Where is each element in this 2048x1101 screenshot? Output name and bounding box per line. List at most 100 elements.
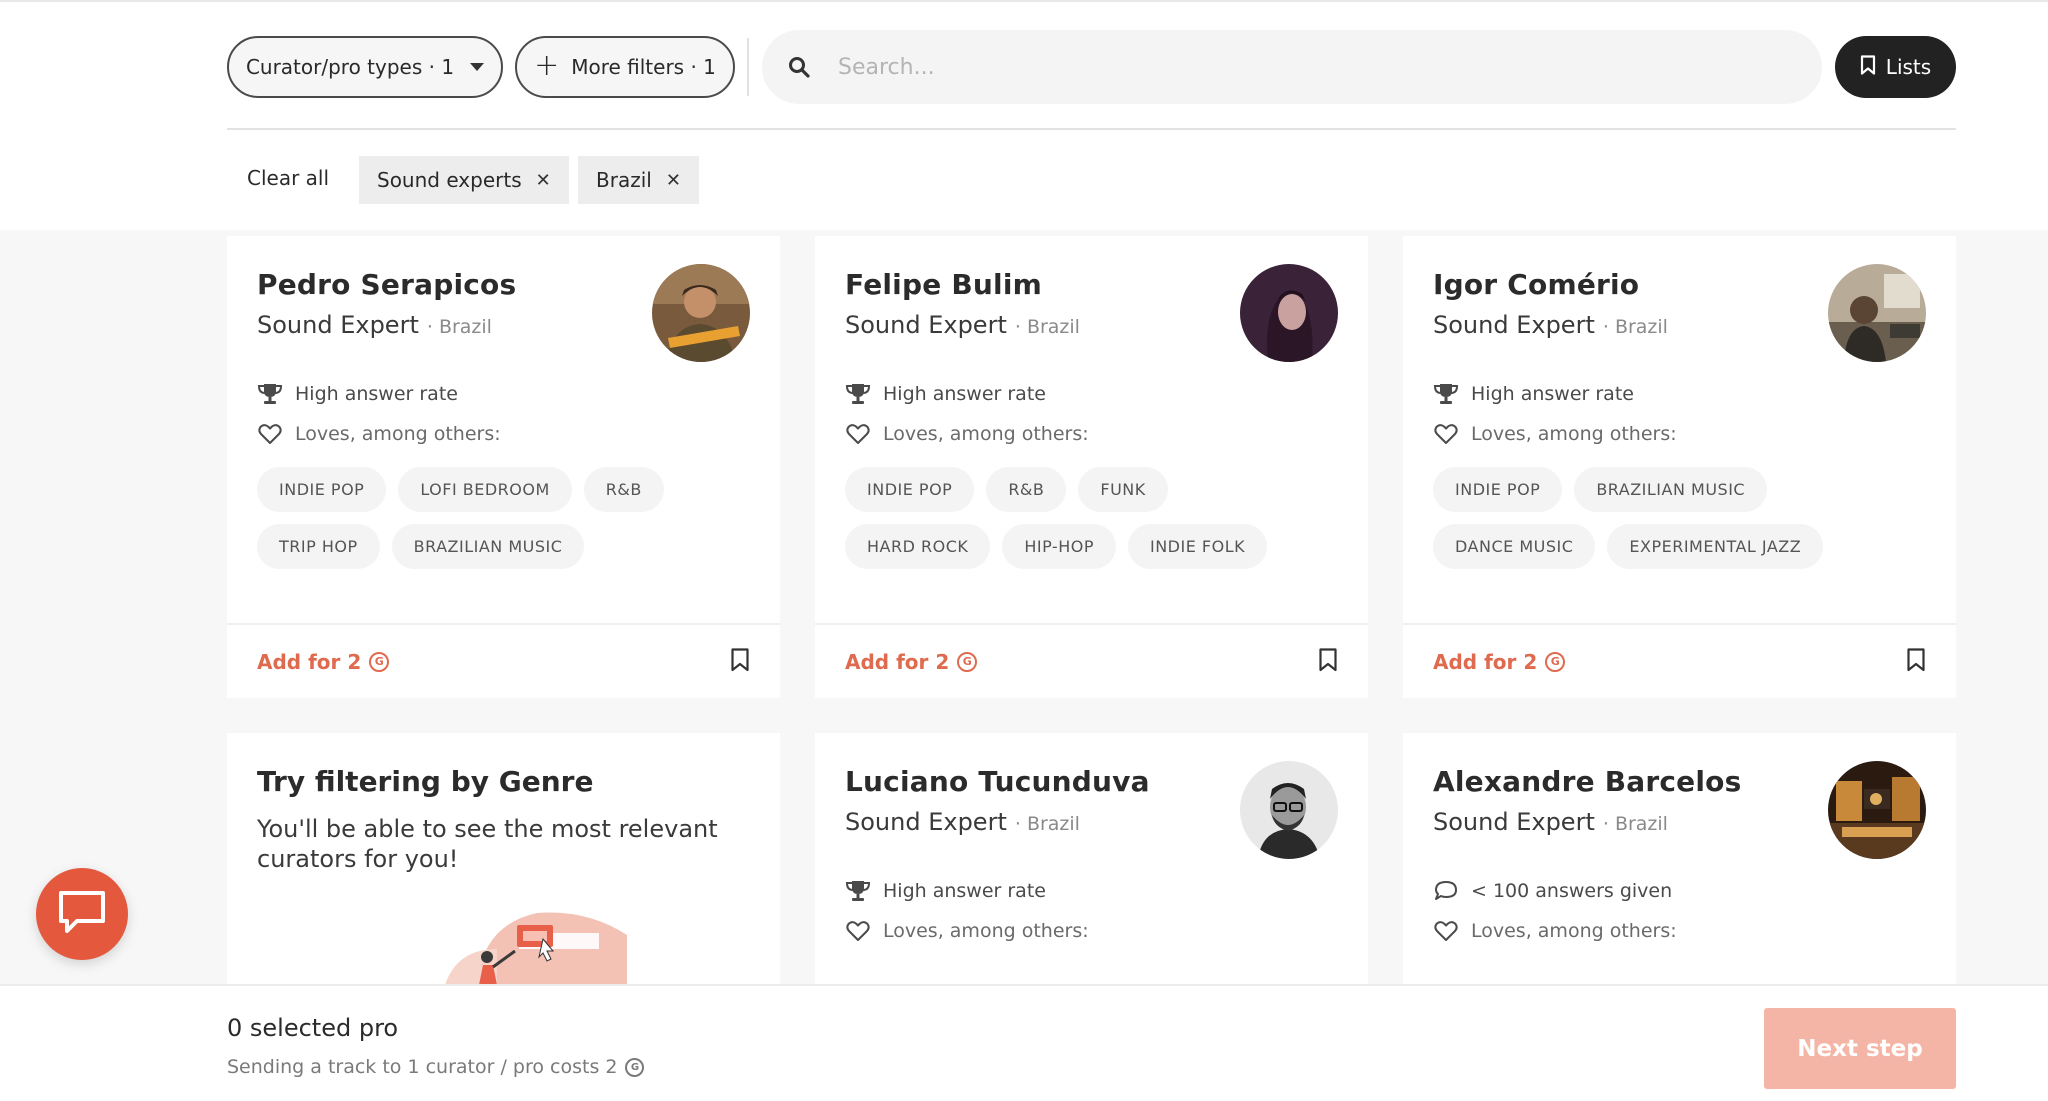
loves-text: Loves, among others: xyxy=(883,423,1089,445)
more-filters-button[interactable]: + More filters · 1 xyxy=(515,36,735,98)
genre-tag: BRAZILIAN MUSIC xyxy=(1574,467,1768,512)
trophy-icon xyxy=(257,381,283,407)
genre-tag: INDIE POP xyxy=(257,467,387,512)
avatar xyxy=(1240,264,1338,362)
trophy-icon xyxy=(845,878,871,904)
search-icon xyxy=(782,50,816,84)
genre-tag: R&B xyxy=(986,467,1067,512)
avatar xyxy=(1828,761,1926,859)
lists-button[interactable]: Lists xyxy=(1835,36,1956,98)
card-footer: Add for 2 G xyxy=(1403,623,1956,698)
plus-icon: + xyxy=(534,47,560,83)
curator-types-label: Curator/pro types · 1 xyxy=(245,55,455,79)
bookmark-icon[interactable] xyxy=(1318,647,1338,676)
genre-tag: R&B xyxy=(583,467,664,512)
add-label: Add for 2 xyxy=(1433,649,1538,674)
bookmark-icon[interactable] xyxy=(730,647,750,676)
curator-country: · Brazil xyxy=(1014,316,1080,338)
filter-chip-brazil[interactable]: Brazil ✕ xyxy=(578,156,699,204)
add-label: Add for 2 xyxy=(257,649,362,674)
next-step-button[interactable]: Next step xyxy=(1764,1008,1956,1089)
loves-row: Loves, among others: xyxy=(1433,421,1926,447)
loves-row: Loves, among others: xyxy=(845,421,1338,447)
loves-row: Loves, among others: xyxy=(1433,918,1926,944)
curator-card[interactable]: Igor Comério Sound Expert · Brazil High … xyxy=(1403,236,1956,698)
stat-text: High answer rate xyxy=(295,383,458,405)
stat-text: High answer rate xyxy=(1471,383,1634,405)
chip-label: Sound experts xyxy=(377,168,522,192)
chat-button[interactable] xyxy=(36,868,128,960)
lists-label: Lists xyxy=(1885,55,1932,79)
genre-tag: INDIE POP xyxy=(845,467,975,512)
genre-tag: FUNK xyxy=(1078,467,1168,512)
avatar xyxy=(1828,264,1926,362)
curator-role: Sound Expert xyxy=(1433,808,1595,836)
caret-down-icon xyxy=(470,63,485,71)
speech-bubble-icon xyxy=(1433,878,1459,904)
add-label: Add for 2 xyxy=(845,649,950,674)
genre-tag: HARD ROCK xyxy=(845,524,991,569)
loves-text: Loves, among others: xyxy=(883,920,1089,942)
coin-icon: G xyxy=(1545,651,1566,672)
curator-role: Sound Expert xyxy=(845,808,1007,836)
loves-row: Loves, among others: xyxy=(845,918,1338,944)
genre-tag: TRIP HOP xyxy=(257,524,380,569)
curator-role: Sound Expert xyxy=(845,311,1007,339)
genre-filter-promo: Try filtering by Genre You'll be able to… xyxy=(227,733,780,984)
coin-icon: G xyxy=(625,1057,645,1077)
loves-text: Loves, among others: xyxy=(1471,423,1677,445)
loves-text: Loves, among others: xyxy=(1471,920,1677,942)
stat-row: High answer rate xyxy=(845,381,1338,407)
trophy-icon xyxy=(1433,381,1459,407)
genre-tag: LOFI BEDROOM xyxy=(398,467,572,512)
curator-card[interactable]: Pedro Serapicos Sound Expert · Brazil Hi… xyxy=(227,236,780,698)
chip-label: Brazil xyxy=(596,168,652,192)
search-bar[interactable] xyxy=(762,30,1822,104)
stat-row: High answer rate xyxy=(845,878,1338,904)
close-icon[interactable]: ✕ xyxy=(666,170,681,191)
promo-text: You'll be able to see the most relevant … xyxy=(257,815,718,873)
curator-role: Sound Expert xyxy=(257,311,419,339)
genre-tags: INDIE POP LOFI BEDROOM R&B TRIP HOP BRAZ… xyxy=(257,467,727,569)
stat-text: < 100 answers given xyxy=(1471,880,1673,902)
genre-tag: HIP-HOP xyxy=(1002,524,1116,569)
divider xyxy=(747,38,749,96)
curator-country: · Brazil xyxy=(1602,316,1668,338)
curator-country: · Brazil xyxy=(1014,813,1080,835)
cost-info: Sending a track to 1 curator / pro costs… xyxy=(227,1056,645,1078)
heart-icon xyxy=(1433,918,1459,944)
curator-types-dropdown[interactable]: Curator/pro types · 1 xyxy=(227,36,503,98)
filter-chip-sound-experts[interactable]: Sound experts ✕ xyxy=(359,156,569,204)
search-input[interactable] xyxy=(838,54,1738,80)
stat-row: High answer rate xyxy=(1433,381,1926,407)
add-curator-button[interactable]: Add for 2 G xyxy=(845,649,978,674)
card-footer: Add for 2 G xyxy=(227,623,780,698)
filter-bar: Curator/pro types · 1 + More filters · 1… xyxy=(0,0,2048,230)
genre-tags: INDIE POP R&B FUNK HARD ROCK HIP-HOP IND… xyxy=(845,467,1315,569)
add-curator-button[interactable]: Add for 2 G xyxy=(1433,649,1566,674)
promo-title: Try filtering by Genre xyxy=(257,765,594,798)
curator-card[interactable]: Alexandre Barcelos Sound Expert · Brazil… xyxy=(1403,733,1956,984)
clear-all-button[interactable]: Clear all xyxy=(247,166,329,190)
curator-country: · Brazil xyxy=(1602,813,1668,835)
trophy-icon xyxy=(845,381,871,407)
avatar xyxy=(652,264,750,362)
coin-icon: G xyxy=(369,651,390,672)
curator-country: · Brazil xyxy=(426,316,492,338)
loves-text: Loves, among others: xyxy=(295,423,501,445)
avatar xyxy=(1240,761,1338,859)
genre-tag: BRAZILIAN MUSIC xyxy=(391,524,585,569)
heart-icon xyxy=(257,421,283,447)
curator-card[interactable]: Luciano Tucunduva Sound Expert · Brazil … xyxy=(815,733,1368,984)
heart-icon xyxy=(845,421,871,447)
curator-card[interactable]: Felipe Bulim Sound Expert · Brazil High … xyxy=(815,236,1368,698)
add-curator-button[interactable]: Add for 2 G xyxy=(257,649,390,674)
coin-icon: G xyxy=(957,651,978,672)
close-icon[interactable]: ✕ xyxy=(536,170,551,191)
divider xyxy=(227,128,1956,130)
cost-info-text: Sending a track to 1 curator / pro costs… xyxy=(227,1056,618,1078)
selected-count: 0 selected pro xyxy=(227,1014,399,1042)
chat-icon xyxy=(57,889,107,939)
bookmark-icon[interactable] xyxy=(1906,647,1926,676)
stat-text: High answer rate xyxy=(883,383,1046,405)
